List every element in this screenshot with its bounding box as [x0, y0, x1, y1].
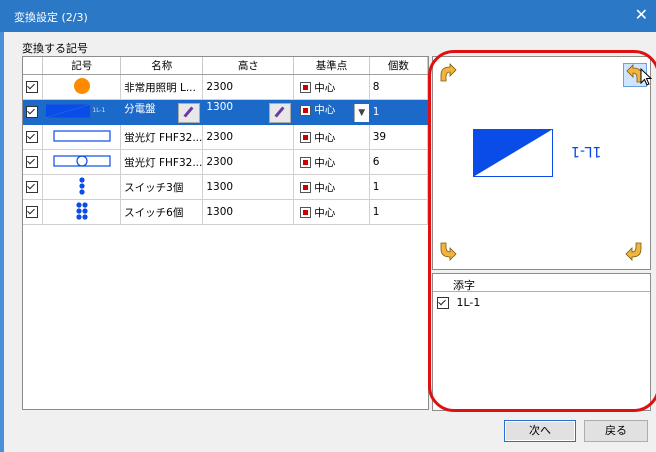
- symbol-caption: 1L-1: [92, 107, 106, 114]
- subscript-item[interactable]: 1L-1: [437, 296, 480, 309]
- base-point-indicator: [300, 82, 312, 93]
- symbol-preview: 1L-1: [432, 56, 651, 270]
- col-header-base[interactable]: 基準点: [293, 57, 370, 75]
- row-height[interactable]: 1300: [203, 181, 233, 193]
- mouse-cursor-icon: [640, 67, 653, 89]
- rotate-ccw-top-left-button[interactable]: [437, 63, 459, 85]
- window-edge: [0, 32, 4, 452]
- chevron-down-icon[interactable]: ▼: [353, 104, 369, 122]
- row-count: 1: [372, 106, 380, 118]
- fluorescent-circle-icon: [53, 154, 111, 170]
- header-divider: [433, 291, 650, 292]
- next-button[interactable]: 次へ: [504, 420, 576, 442]
- distribution-board-icon: 1L-1: [46, 104, 105, 118]
- subscript-list: 添字 1L-1: [432, 273, 651, 411]
- back-button[interactable]: 戻る: [584, 420, 648, 442]
- table-row[interactable]: スイッチ6個 1300 中心 1: [23, 199, 428, 225]
- base-point-indicator: [300, 182, 312, 193]
- switch-6-icon: [75, 201, 89, 223]
- table-row[interactable]: 蛍光灯 FHF32... 2300 中心 39: [23, 124, 428, 150]
- row-count: 1: [372, 206, 380, 218]
- preview-label: 1L-1: [571, 143, 602, 159]
- base-point-indicator: [300, 157, 312, 168]
- row-name: スイッチ3個: [124, 181, 184, 194]
- table-row[interactable]: 1L-1 分電盤 1300 中心 ▼ 1: [23, 99, 428, 125]
- switch-3-icon: [77, 176, 87, 198]
- rotate-arrow-icon: [440, 242, 457, 261]
- base-point-indicator: [300, 132, 312, 143]
- row-checkbox[interactable]: [26, 131, 38, 143]
- row-checkbox[interactable]: [26, 181, 38, 193]
- row-checkbox[interactable]: [26, 106, 38, 118]
- base-point-indicator: [300, 207, 312, 218]
- row-name: スイッチ6個: [124, 206, 184, 219]
- row-count: 39: [372, 131, 387, 143]
- row-checkbox[interactable]: [26, 206, 38, 218]
- row-count: 6: [372, 156, 380, 168]
- symbol-table: 記号 名称 高さ 基準点 個数 非常用照明 L... 2300 中心 8 1L-…: [22, 56, 429, 410]
- row-height[interactable]: 2300: [203, 81, 233, 93]
- rotate-arrow-icon: [625, 242, 642, 261]
- row-height[interactable]: 2300: [203, 156, 233, 168]
- window-title: 変換設定 (2/3): [14, 11, 88, 24]
- eyedropper-icon[interactable]: [178, 103, 201, 123]
- row-name: 分電盤: [124, 103, 156, 115]
- col-header-check[interactable]: [23, 57, 44, 75]
- eyedropper-icon[interactable]: [269, 103, 292, 123]
- row-checkbox[interactable]: [26, 81, 38, 93]
- row-count: 8: [372, 81, 380, 93]
- close-icon[interactable]: ✕: [635, 6, 648, 24]
- row-base[interactable]: 中心: [314, 104, 335, 116]
- preview-symbol: [473, 129, 553, 180]
- row-base[interactable]: 中心: [314, 207, 335, 219]
- row-name: 非常用照明 L...: [124, 81, 196, 94]
- rotate-bottom-right-button[interactable]: [623, 239, 645, 261]
- row-name: 蛍光灯 FHF32...: [124, 156, 203, 169]
- rotate-arrow-icon: [440, 63, 457, 82]
- col-header-symbol[interactable]: 記号: [42, 57, 122, 75]
- row-base[interactable]: 中心: [314, 82, 335, 94]
- row-height[interactable]: 1300: [203, 206, 233, 218]
- col-header-count[interactable]: 個数: [369, 57, 428, 75]
- col-header-name[interactable]: 名称: [120, 57, 204, 75]
- row-count: 1: [372, 181, 380, 193]
- subscript-label: 1L-1: [456, 296, 481, 309]
- table-row[interactable]: 蛍光灯 FHF32... 2300 中心 6: [23, 149, 428, 175]
- row-name: 蛍光灯 FHF32...: [124, 131, 203, 144]
- title-bar: 変換設定 (2/3) ✕: [0, 0, 656, 32]
- row-base[interactable]: 中心: [314, 182, 335, 194]
- subscript-checkbox[interactable]: [437, 297, 449, 309]
- row-height[interactable]: 1300: [203, 101, 233, 113]
- table-row[interactable]: スイッチ3個 1300 中心 1: [23, 174, 428, 200]
- row-height[interactable]: 2300: [203, 131, 233, 143]
- base-point-indicator: [300, 104, 312, 116]
- fluorescent-rect-icon: [53, 129, 111, 145]
- row-base[interactable]: 中心: [314, 157, 335, 169]
- orange-circle-icon: [72, 77, 92, 99]
- col-header-height[interactable]: 高さ: [202, 57, 295, 75]
- section-label: 変換する記号: [22, 42, 88, 55]
- row-checkbox[interactable]: [26, 156, 38, 168]
- table-row[interactable]: 非常用照明 L... 2300 中心 8: [23, 74, 428, 100]
- rotate-bottom-left-button[interactable]: [437, 239, 459, 261]
- row-base[interactable]: 中心: [314, 132, 335, 144]
